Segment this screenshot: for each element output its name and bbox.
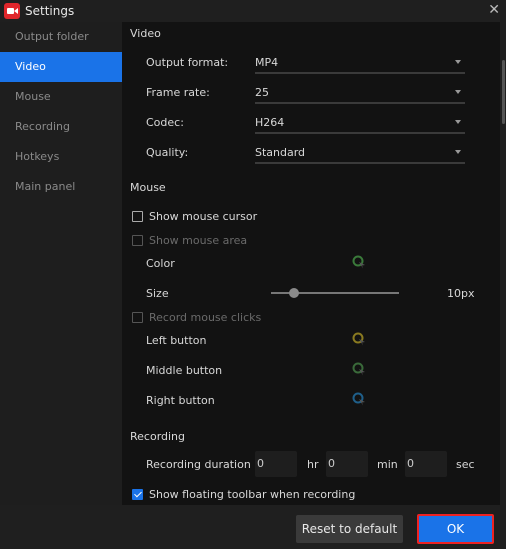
color-label: Color [146, 257, 175, 270]
output-format-label: Output format: [146, 56, 229, 69]
size-value: 10px [447, 287, 475, 300]
sidebar: Output folder Video Mouse Recording Hotk… [0, 22, 122, 505]
sidebar-item-hotkeys[interactable]: Hotkeys [0, 142, 122, 172]
recording-heading: Recording [130, 430, 186, 443]
codec-label: Codec: [146, 116, 184, 129]
duration-seconds-input[interactable]: 0 [405, 451, 447, 477]
chevron-down-icon [455, 60, 461, 64]
hours-unit: hr [307, 458, 319, 471]
left-button-color-icon[interactable] [352, 332, 366, 346]
right-button-color-icon[interactable] [352, 392, 366, 406]
show-floating-toolbar-label: Show floating toolbar when recording [149, 488, 356, 501]
reset-to-default-button[interactable]: Reset to default [296, 515, 403, 543]
sidebar-item-recording[interactable]: Recording [0, 112, 122, 142]
chevron-down-icon [455, 150, 461, 154]
quality-label: Quality: [146, 146, 189, 159]
minutes-unit: min [377, 458, 398, 471]
size-label: Size [146, 287, 169, 300]
record-mouse-clicks-label: Record mouse clicks [149, 311, 262, 324]
frame-rate-select[interactable]: 25 [255, 82, 465, 104]
checkbox-icon [132, 312, 143, 323]
settings-content: Video Output format: MP4 Frame rate: 25 … [122, 22, 500, 505]
checkbox-icon [132, 211, 143, 222]
recording-duration-label: Recording duration [146, 458, 251, 471]
sidebar-item-video[interactable]: Video [0, 52, 122, 82]
show-mouse-cursor-label: Show mouse cursor [149, 210, 258, 223]
codec-value: H264 [255, 116, 285, 129]
duration-minutes-input[interactable]: 0 [326, 451, 368, 477]
middle-button-label: Middle button [146, 364, 223, 377]
frame-rate-value: 25 [255, 86, 269, 99]
chevron-down-icon [455, 90, 461, 94]
codec-select[interactable]: H264 [255, 112, 465, 134]
checkbox-icon [132, 235, 143, 246]
ok-button[interactable]: OK [417, 514, 494, 544]
slider-thumb[interactable] [288, 288, 299, 298]
output-format-select[interactable]: MP4 [255, 52, 465, 74]
middle-button-color-icon[interactable] [352, 362, 366, 376]
footer: Reset to default OK [0, 505, 506, 549]
show-mouse-area-checkbox[interactable]: Show mouse area [132, 234, 247, 247]
sidebar-item-main-panel[interactable]: Main panel [0, 172, 122, 202]
close-icon[interactable]: ✕ [488, 2, 500, 18]
video-heading: Video [130, 27, 161, 40]
seconds-unit: sec [456, 458, 475, 471]
show-mouse-cursor-checkbox[interactable]: Show mouse cursor [132, 210, 257, 223]
app-logo-icon [4, 3, 20, 19]
window-title: Settings [25, 4, 75, 18]
checkbox-checked-icon [132, 489, 143, 500]
size-slider[interactable] [271, 288, 399, 298]
duration-hours-input[interactable]: 0 [255, 451, 297, 477]
sidebar-item-mouse[interactable]: Mouse [0, 82, 122, 112]
mouse-area-color-icon[interactable] [352, 255, 366, 269]
show-mouse-area-label: Show mouse area [149, 234, 248, 247]
right-button-label: Right button [146, 394, 215, 407]
mouse-heading: Mouse [130, 181, 166, 194]
scrollbar[interactable] [502, 60, 505, 124]
output-format-value: MP4 [255, 56, 279, 69]
title-bar: Settings ✕ [0, 0, 506, 22]
left-button-label: Left button [146, 334, 207, 347]
chevron-down-icon [455, 120, 461, 124]
show-floating-toolbar-checkbox[interactable]: Show floating toolbar when recording [132, 488, 355, 501]
quality-value: Standard [255, 146, 306, 159]
frame-rate-label: Frame rate: [146, 86, 210, 99]
record-mouse-clicks-checkbox[interactable]: Record mouse clicks [132, 311, 261, 324]
sidebar-item-output-folder[interactable]: Output folder [0, 22, 122, 52]
quality-select[interactable]: Standard [255, 142, 465, 164]
